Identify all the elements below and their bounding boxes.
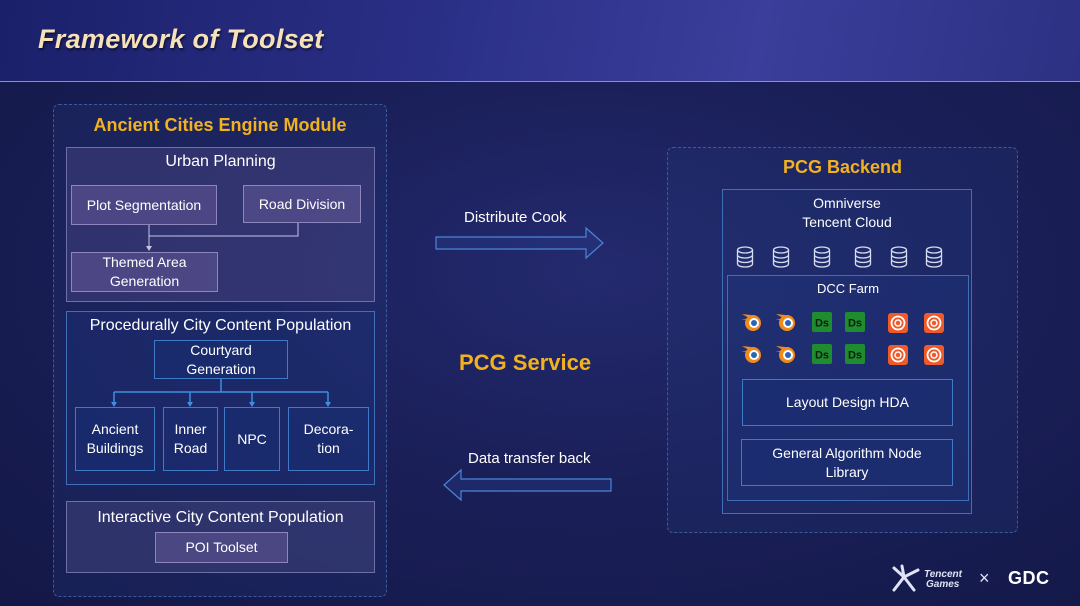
layout-design-box: Layout Design HDA [742, 379, 953, 426]
npc-box: NPC [224, 407, 280, 471]
cloud-line2: Tencent Cloud [802, 214, 892, 230]
pcg-backend-title: PCG Backend [782, 157, 903, 177]
distribute-cook-label: Distribute Cook [464, 209, 567, 226]
database-icon [925, 246, 943, 268]
daz-studio-icon [845, 344, 865, 364]
general-algorithm-box: General Algorithm Node Library [741, 439, 953, 486]
decoration-box: Decora-tion [288, 407, 369, 471]
database-icon [813, 246, 831, 268]
database-icon [772, 246, 790, 268]
ancient-buildings-box: Ancient Buildings [75, 407, 155, 471]
times-glyph: × [979, 568, 990, 588]
games-label: Games [926, 579, 960, 590]
daz-studio-icon [845, 312, 865, 332]
dcc-icons: Ds [741, 312, 945, 366]
database-icon [890, 246, 908, 268]
daz-studio-icon [812, 344, 832, 364]
blender-icon [741, 314, 761, 331]
arrow-left-icon [443, 468, 612, 502]
pcg-service-label: PCG Service [459, 350, 592, 375]
inner-road-box: Inner Road [163, 407, 218, 471]
daz-studio-icon [812, 312, 832, 332]
poi-toolset-box: POI Toolset [155, 532, 288, 563]
database-icon [736, 246, 754, 268]
tencent-games-logo [892, 564, 920, 592]
blender-icon [775, 346, 795, 363]
database-icon [854, 246, 872, 268]
arrow-right-icon [435, 226, 604, 260]
gdc-logo: GDC [1008, 568, 1050, 588]
houdini-icon [887, 312, 909, 334]
data-transfer-label: Data transfer back [468, 450, 591, 467]
interactive-title: Interactive City Content Population [97, 509, 344, 526]
houdini-icon [923, 312, 945, 334]
cloud-line1: Omniverse [813, 195, 881, 211]
database-icons [736, 246, 943, 268]
blender-icon [741, 346, 761, 363]
houdini-icon [923, 344, 945, 366]
blender-icon [775, 314, 795, 331]
decoration-label: Decora-tion [303, 421, 354, 456]
houdini-icon [887, 344, 909, 366]
dcc-farm-title: DCC Farm [816, 281, 880, 296]
